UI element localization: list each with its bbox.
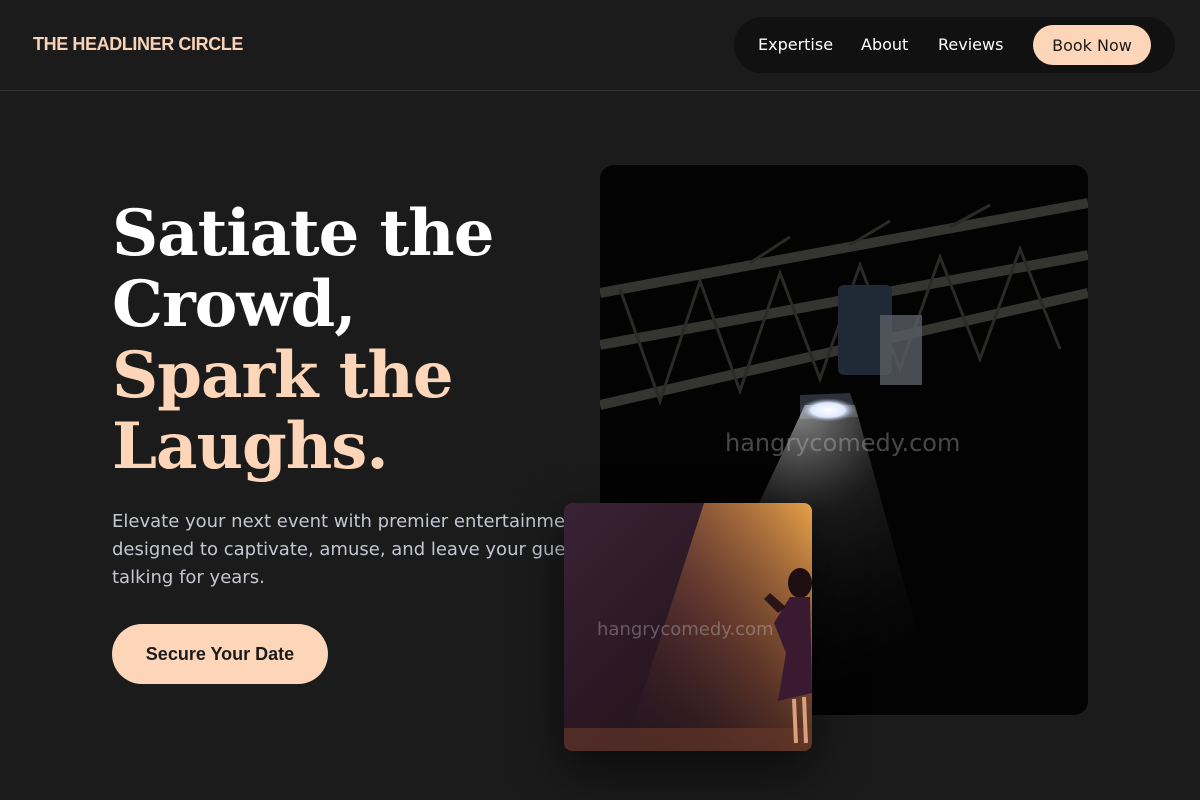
performer-image: hangrycomedy.com [564,503,812,751]
headline-line-2: Crowd, [112,267,356,342]
image-watermark-small: hangrycomedy.com [597,619,774,640]
headline-line-3: Spark the [112,338,454,413]
book-now-button[interactable]: Book Now [1033,25,1151,65]
nav-link-about[interactable]: About [861,35,908,54]
nav-link-expertise[interactable]: Expertise [758,35,833,54]
headline-line-1: Satiate the [112,196,494,271]
main-nav: Expertise About Reviews Book Now [734,17,1175,73]
headline-line-4: Laughs. [112,409,389,484]
site-header: THE HEADLINER CIRCLE Expertise About Rev… [0,0,1200,91]
nav-link-reviews[interactable]: Reviews [938,35,1003,54]
brand-logo[interactable]: THE HEADLINER CIRCLE [33,34,243,55]
image-watermark: hangrycomedy.com [725,429,961,457]
hero-subtext: Elevate your next event with premier ent… [112,511,592,588]
hero-headline: Satiate the Crowd, Spark the Laughs. [112,198,582,482]
secure-date-button[interactable]: Secure Your Date [112,624,328,684]
